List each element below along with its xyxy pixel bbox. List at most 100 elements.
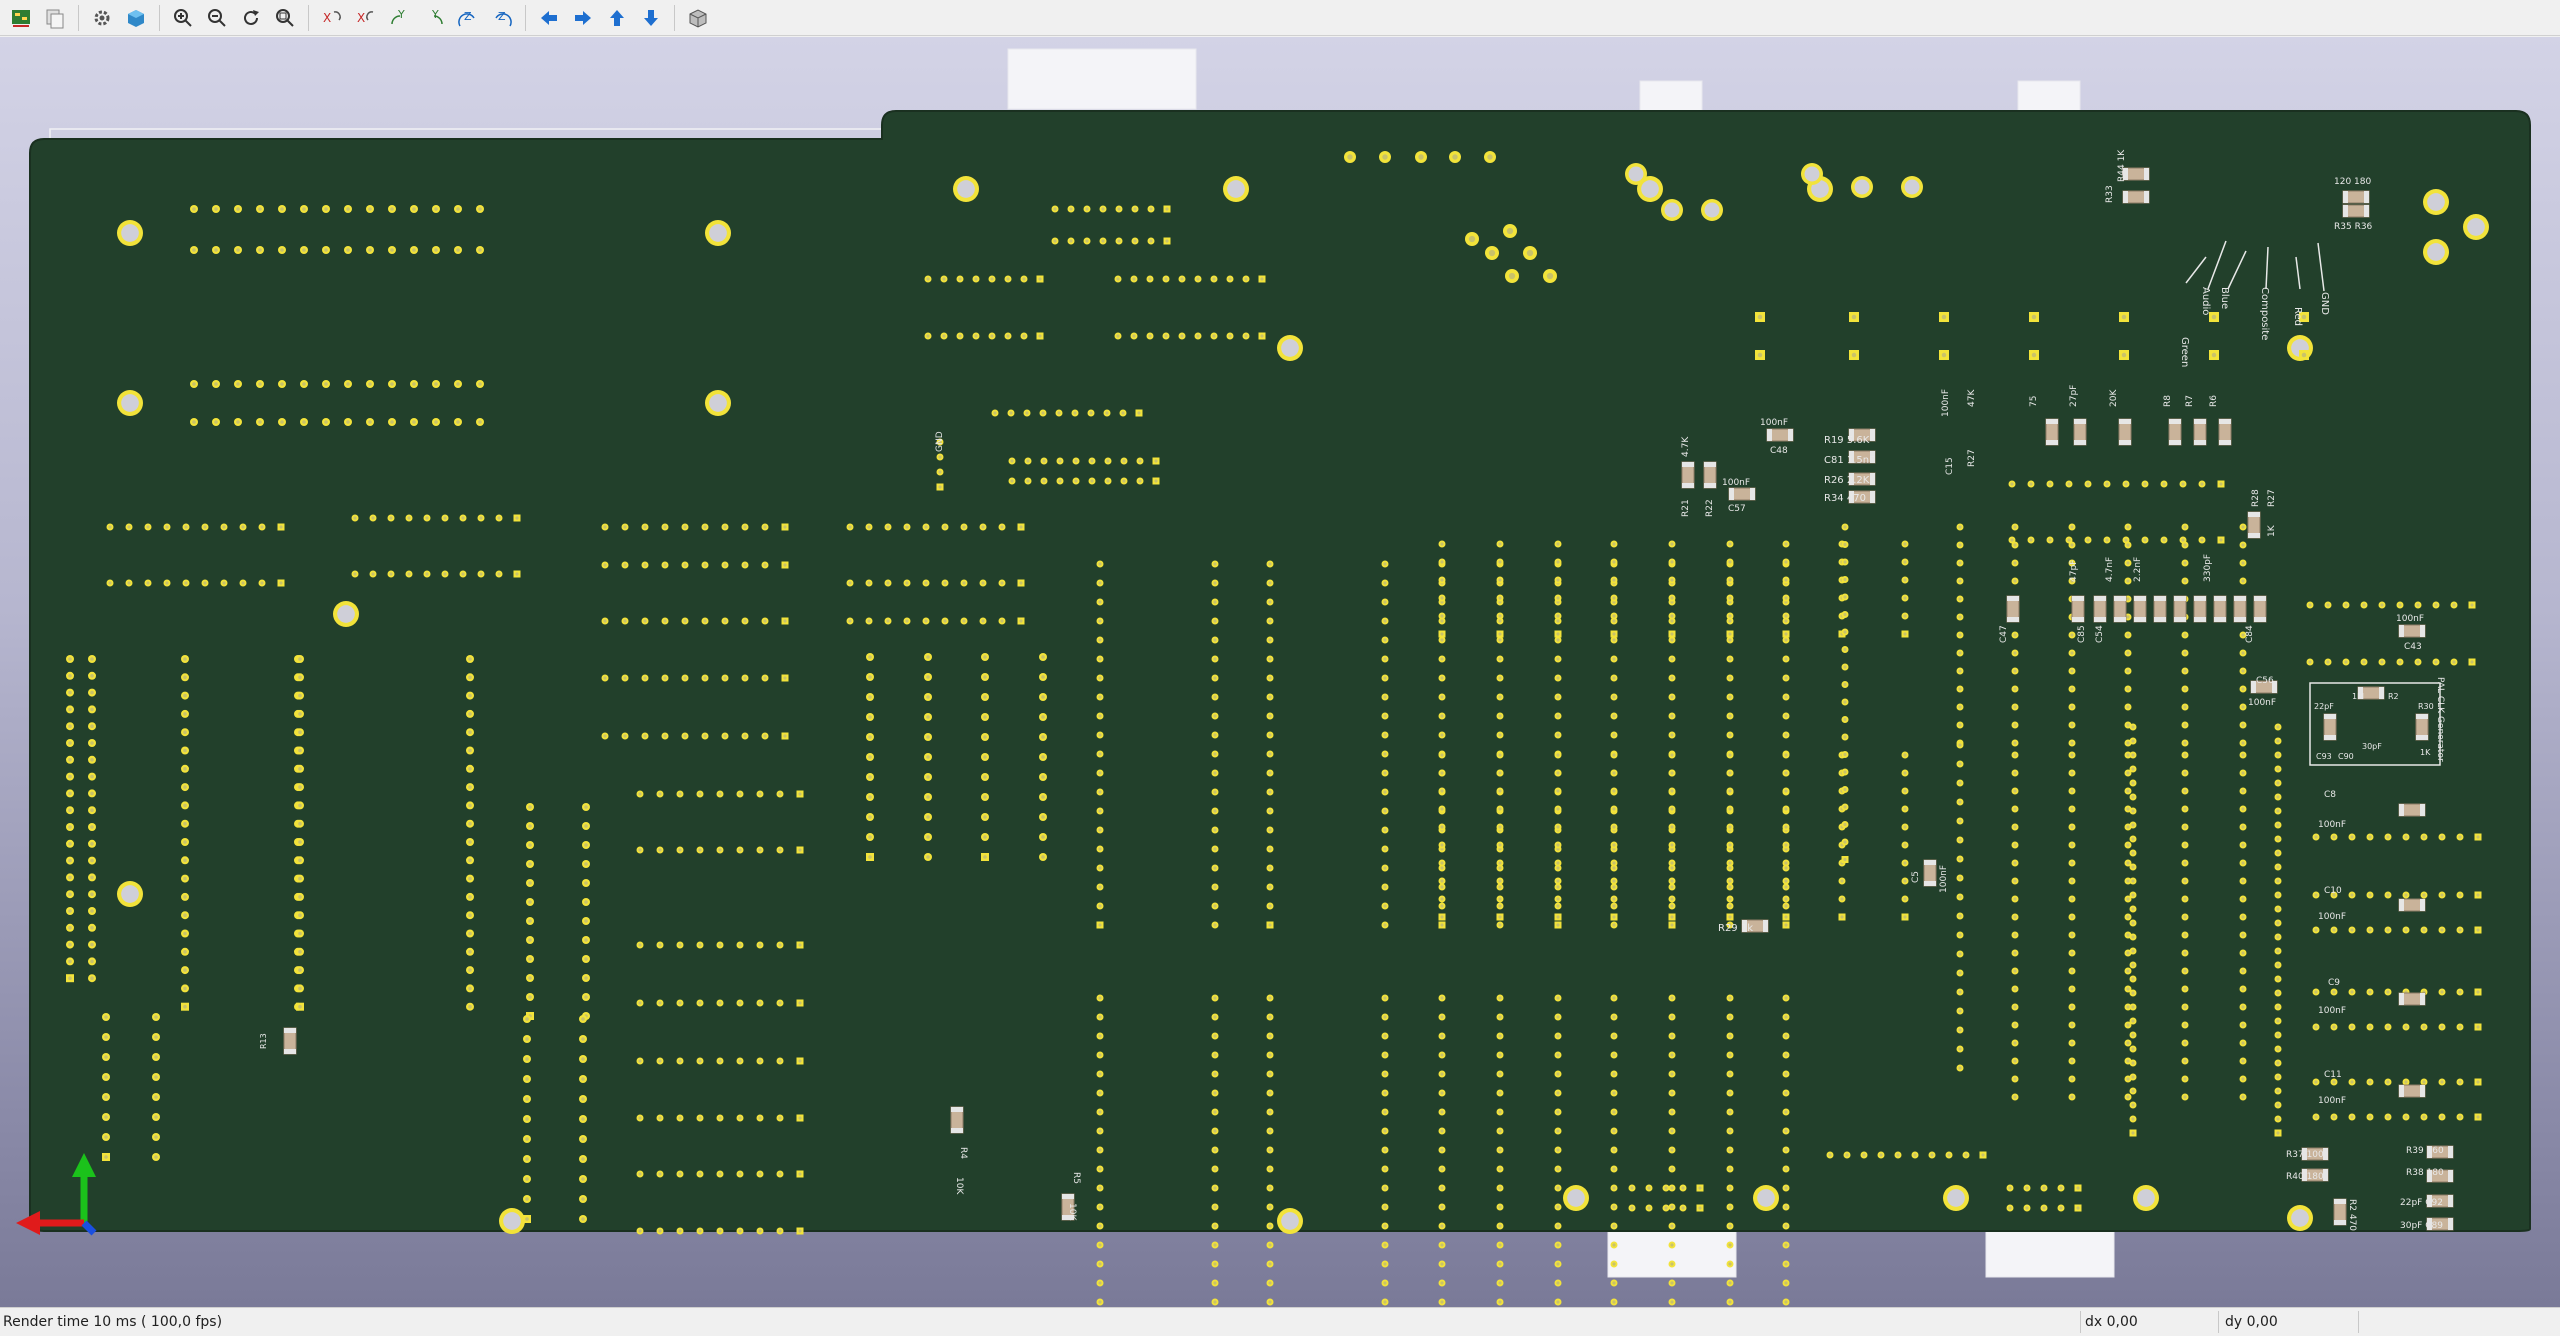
pad-hole: [2404, 1080, 2408, 1084]
pad-hole: [1440, 638, 1444, 642]
pad-hole: [1098, 923, 1102, 927]
pad-hole: [468, 968, 472, 972]
pad-hole: [1784, 996, 1788, 1000]
pad-hole: [938, 455, 942, 459]
pad-hole: [1612, 542, 1616, 546]
pad-hole: [2013, 771, 2017, 775]
pad-hole: [738, 1116, 742, 1120]
pad-hole: [1268, 847, 1272, 851]
pad-hole: [1670, 807, 1674, 811]
pad-hole: [2131, 893, 2135, 897]
label-30pf-c89: 30pF C89: [2400, 1221, 2443, 1231]
pad-hole: [2131, 1047, 2135, 1051]
pad-hole: [1556, 879, 1560, 883]
pad-hole: [456, 248, 460, 252]
pad-hole: [1053, 239, 1057, 243]
pad-hole: [1526, 249, 1534, 257]
pad-hole: [2013, 1005, 2017, 1009]
pad-hole: [1879, 1153, 1883, 1157]
pad-hole: [1698, 1206, 1702, 1210]
pad-hole: [1098, 562, 1102, 566]
zoom-in-button[interactable]: [167, 2, 199, 34]
pad-hole: [1612, 825, 1616, 829]
redraw-button[interactable]: [235, 2, 267, 34]
3d-viewport[interactable]: GND R44 1K R33 120 180 R35 R36 Green Audio Blue…: [0, 37, 2560, 1307]
switch-pcbnew-button[interactable]: [5, 2, 37, 34]
pad-hole: [1383, 695, 1387, 699]
pad-hole: [478, 382, 482, 386]
pad-hole: [778, 1229, 782, 1233]
pad-hole: [1098, 809, 1102, 813]
pad-hole: [683, 525, 687, 529]
rotate-x-ccw-button[interactable]: X: [350, 2, 382, 34]
pad-hole: [1556, 996, 1560, 1000]
pad-hole: [2344, 603, 2348, 607]
pad-hole: [1670, 1015, 1674, 1019]
rotate-z-ccw-button[interactable]: Z: [486, 2, 518, 34]
pad-hole: [1383, 828, 1387, 832]
label-47k: 47K: [1967, 389, 1977, 407]
pad-hole: [390, 248, 394, 252]
pad-hole: [2121, 352, 2127, 358]
pad-hole: [528, 900, 532, 904]
pad-hole: [1213, 676, 1217, 680]
rotate-y-cw-button[interactable]: Y: [384, 2, 416, 34]
label-c47: C47: [1999, 625, 2009, 643]
copy-image-button[interactable]: [39, 2, 71, 34]
pad-hole: [2332, 1080, 2336, 1084]
pad-hole: [723, 676, 727, 680]
pad-hole: [183, 675, 187, 680]
pan-left-button[interactable]: [533, 2, 565, 34]
pad-hole: [1843, 735, 1847, 739]
pad-hole: [2476, 893, 2480, 897]
pad-hole: [905, 619, 909, 623]
pad-hole: [983, 775, 987, 779]
ortho-view-button[interactable]: [682, 2, 714, 34]
pad-hole: [2070, 879, 2074, 883]
pad-hole: [2350, 893, 2354, 897]
smd-component: [2122, 190, 2150, 204]
pad-hole: [2070, 861, 2074, 865]
zoom-fit-button[interactable]: [269, 2, 301, 34]
rotate-z-cw-button[interactable]: Z: [452, 2, 484, 34]
pad-hole: [1903, 542, 1907, 546]
pad-hole: [990, 334, 994, 338]
rotate-x-cw-button[interactable]: X: [316, 2, 348, 34]
pad-hole: [2059, 1186, 2063, 1190]
settings-gear-button[interactable]: [86, 2, 118, 34]
label-r19-5k6: R19 5.6K: [1824, 435, 1870, 446]
pad-hole: [2219, 482, 2223, 486]
pad-hole: [298, 657, 302, 661]
pan-right-button[interactable]: [567, 2, 599, 34]
pad-hole: [2422, 835, 2426, 839]
rotate-y-ccw-button[interactable]: Y: [418, 2, 450, 34]
pad-hole: [2368, 893, 2372, 897]
label-red: Red: [2292, 307, 2303, 326]
pad-hole: [1556, 1148, 1560, 1152]
pan-up-button[interactable]: [601, 2, 633, 34]
pad-hole: [2368, 1080, 2372, 1084]
pad-hole: [1383, 809, 1387, 813]
pad-hole: [2131, 1089, 2135, 1093]
pan-down-button[interactable]: [635, 2, 667, 34]
pad-hole: [1196, 334, 1200, 338]
pad-hole: [1784, 771, 1788, 775]
smd-component: [2213, 595, 2227, 623]
pad-hole: [1440, 825, 1444, 829]
pad-hole: [1843, 612, 1847, 617]
zoom-out-button[interactable]: [201, 2, 233, 34]
pad-hole: [2276, 809, 2280, 813]
pad-hole: [1440, 1129, 1444, 1133]
pad-hole: [938, 470, 942, 474]
pad-hole: [497, 572, 501, 576]
pad-hole: [663, 619, 667, 623]
pad-hole: [1784, 1167, 1788, 1171]
pad-hole: [1843, 665, 1847, 669]
pad-hole: [1958, 838, 1962, 842]
pad-hole: [1784, 1015, 1788, 1019]
pad-hole: [90, 791, 94, 796]
pad-hole: [1612, 1186, 1616, 1190]
pad-hole: [2183, 969, 2187, 973]
raytracing-button[interactable]: [120, 2, 152, 34]
pad-hole: [1098, 1186, 1102, 1190]
